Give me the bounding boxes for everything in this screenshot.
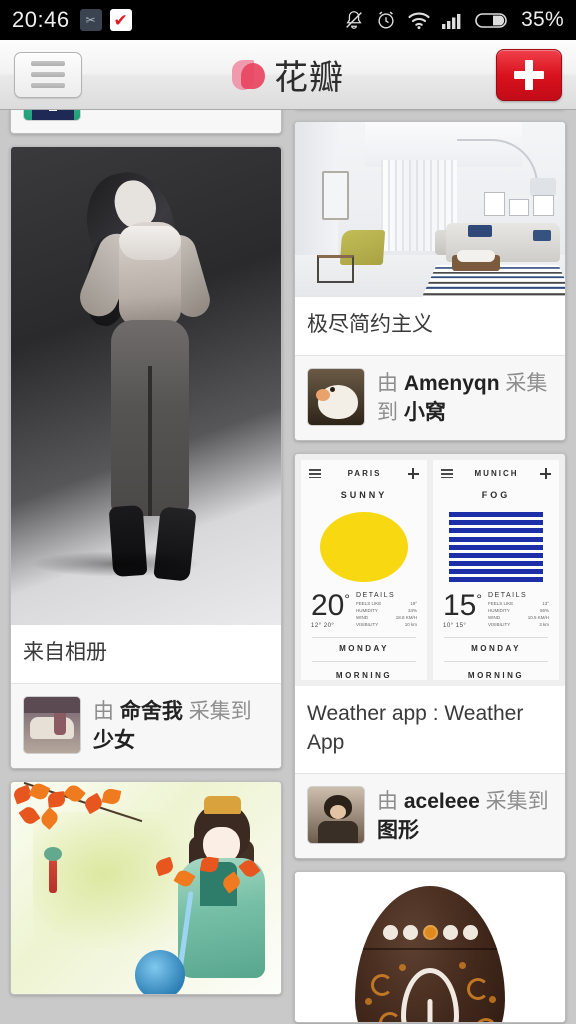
pin-attribution[interactable]: 由 aceleee 采集到 图形 <box>295 773 565 858</box>
brand-logo: 花瓣 <box>0 40 576 109</box>
weather-daypart: MORNING <box>467 671 525 681</box>
weather-details: DETAILS FEELS LIKE 13° HUMIDITY 56% WIND 10… <box>487 592 549 628</box>
menu-bar-icon <box>31 61 65 66</box>
pin-board: 小窝 <box>403 401 446 425</box>
plus-icon <box>514 59 544 90</box>
check-badge-icon: ✔ <box>109 9 132 31</box>
pin-card[interactable]: PARIS SUNNY 20° 12° 20° DETAILS FEELS LI… <box>294 453 566 859</box>
menu-icon <box>441 469 453 479</box>
app-header: 花瓣 <box>0 40 576 110</box>
pin-attribution[interactable]: 由 命舍我 采集到 少女 <box>11 684 281 769</box>
status-left-icons: ✂ ✔ <box>79 9 132 31</box>
sun-icon <box>320 512 408 583</box>
weather-city: PARIS <box>347 469 382 479</box>
wifi-icon <box>407 10 431 30</box>
pin-attribution-text: 由 Amenyqn 采集到 小窝 <box>377 372 548 425</box>
fog-icon <box>449 512 543 583</box>
pin-title: 极尽简约主义 <box>295 296 565 357</box>
fashion-model-figure <box>71 164 221 597</box>
weather-city: MUNICH <box>474 469 519 479</box>
pin-feed[interactable]: 来自相册 由 命舍我 采集到 少女 极尽简约主义 由 Amenyqn 采集到 小… <box>0 110 576 1024</box>
pin-attribution[interactable] <box>11 110 281 133</box>
avatar[interactable] <box>307 785 365 844</box>
weather-condition: FOG <box>481 490 511 501</box>
pin-image[interactable] <box>11 147 281 625</box>
pin-card[interactable] <box>294 870 566 1023</box>
pin-card[interactable]: 极尽简约主义 由 Amenyqn 采集到 小窝 <box>294 120 566 442</box>
avatar[interactable] <box>23 110 81 121</box>
petal-icon <box>232 58 266 92</box>
weather-daypart: MORNING <box>335 671 393 681</box>
status-right-icons: 35% <box>343 8 564 32</box>
wall-frames-decoration <box>484 191 555 217</box>
battery-percent: 35% <box>521 8 564 31</box>
pin-username: 命舍我 <box>119 700 183 724</box>
hamburger-menu-button[interactable] <box>14 51 82 98</box>
maple-branch-decoration <box>151 846 275 910</box>
avatar[interactable] <box>307 368 365 427</box>
pin-username: Amenyqn <box>403 372 500 396</box>
menu-bar-icon <box>31 83 65 88</box>
signal-icon <box>441 10 465 30</box>
avatar[interactable] <box>23 696 81 755</box>
pin-attribution-text: 由 命舍我 采集到 少女 <box>93 700 252 753</box>
weather-day: MONDAY <box>339 644 389 654</box>
pin-board: 图形 <box>377 818 419 842</box>
pin-image[interactable] <box>295 871 565 1022</box>
watermark-seal <box>135 950 186 995</box>
feed-column-left: 来自相册 由 命舍我 采集到 少女 <box>10 110 282 1024</box>
menu-bar-icon <box>31 72 65 77</box>
status-bar: 20:46 ✂ ✔ 35% <box>0 0 576 40</box>
pin-image[interactable] <box>11 782 281 995</box>
pin-image[interactable] <box>295 121 565 297</box>
chocolate-egg-figure <box>355 885 505 1022</box>
pin-card[interactable] <box>10 781 282 996</box>
battery-icon <box>475 10 511 30</box>
alarm-clock-icon <box>375 9 397 31</box>
weather-panel-munich: MUNICH FOG 15° 10° 15° DETAILS FEELS LIK… <box>433 460 559 681</box>
weather-temperature: 20° <box>311 589 350 623</box>
mute-bell-icon <box>343 9 365 31</box>
add-pin-button[interactable] <box>496 48 562 101</box>
pin-title: Weather app : Weather App <box>295 686 565 774</box>
snip-icon: ✂ <box>79 9 102 31</box>
brand-name: 花瓣 <box>274 58 344 98</box>
pin-attribution-text: 由 aceleee 采集到 图形 <box>377 789 549 842</box>
egg-pattern-band <box>355 922 505 944</box>
plus-icon <box>407 468 419 480</box>
weather-high-low: 10° 15° <box>443 622 467 629</box>
weather-temperature: 15° <box>443 589 482 623</box>
weather-condition: SUNNY <box>340 490 388 501</box>
egg-monogram-icon <box>401 967 459 1022</box>
weather-day: MONDAY <box>471 644 521 654</box>
weather-details: DETAILS FEELS LIKE 19° HUMIDITY 34% WIND 18… <box>355 592 417 628</box>
pin-username: aceleee <box>403 789 480 813</box>
pin-card[interactable] <box>10 110 282 134</box>
weather-high-low: 12° 20° <box>311 622 335 629</box>
feed-column-right: 坐服 <box>294 110 566 1024</box>
pin-attribution[interactable]: 由 Amenyqn 采集到 小窝 <box>295 356 565 441</box>
pin-image[interactable]: PARIS SUNNY 20° 12° 20° DETAILS FEELS LI… <box>295 454 565 687</box>
weather-panel-paris: PARIS SUNNY 20° 12° 20° DETAILS FEELS LI… <box>301 460 427 681</box>
menu-icon <box>309 469 321 479</box>
pin-title: 来自相册 <box>11 625 281 685</box>
plus-icon <box>540 468 551 480</box>
status-time: 20:46 <box>12 7 70 32</box>
pin-card[interactable]: 来自相册 由 命舍我 采集到 少女 <box>10 146 282 770</box>
pin-board: 少女 <box>93 729 135 753</box>
